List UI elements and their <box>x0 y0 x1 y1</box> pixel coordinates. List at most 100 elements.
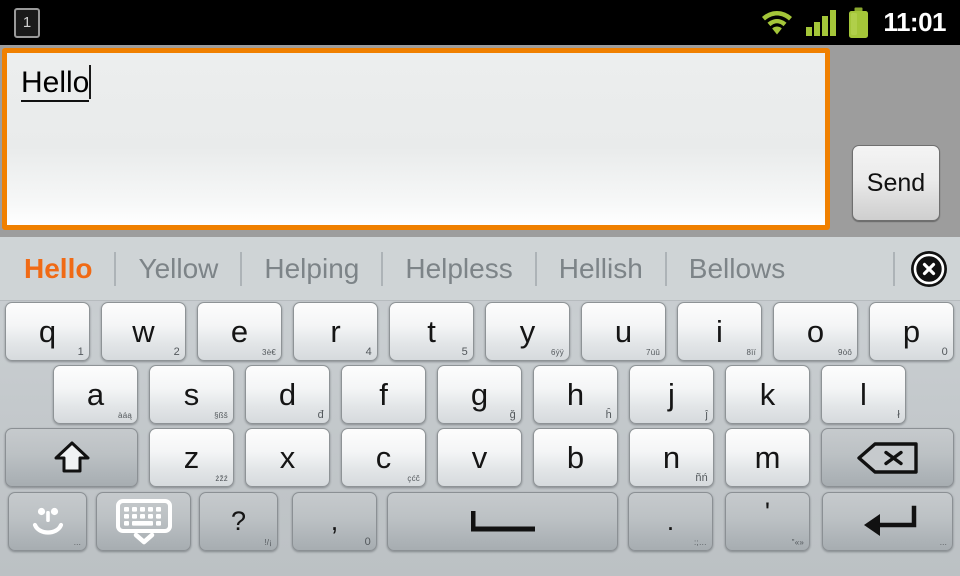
suggestion-item-3[interactable]: Helpless <box>383 253 534 285</box>
smiley-icon <box>9 493 86 550</box>
status-bar: 1 11:01 <box>0 0 960 45</box>
key-hint: ĥ <box>605 409 612 421</box>
key-hint: 0 <box>941 346 948 358</box>
key-i[interactable]: i 8ìï <box>677 302 762 361</box>
key-label: b <box>566 440 585 475</box>
key-e[interactable]: e 3è€ <box>197 302 282 361</box>
suggestion-item-2[interactable]: Helping <box>242 253 381 285</box>
key-.[interactable]: .:;… <box>628 492 713 551</box>
key-z[interactable]: z żžź <box>149 428 234 487</box>
soft-keyboard: Hello Yellow Helping Helpless Hellish Be… <box>0 237 960 576</box>
key-hint: ... <box>73 538 81 547</box>
key-label: ' <box>764 497 771 527</box>
key-label: a <box>86 377 105 412</box>
key-label: q <box>38 314 57 349</box>
key-label: v <box>471 440 488 475</box>
key-hide-keyboard[interactable] <box>96 492 191 551</box>
key-d[interactable]: dđ <box>245 365 330 424</box>
keyboard-row-1: q 1 w 2 e 3è€ r 4 t 5 y 6ýÿ u 7ùû i 8ìï o 9òô p 0 <box>0 301 960 365</box>
send-button-label: Send <box>866 168 926 197</box>
close-circle-icon[interactable] <box>909 249 949 289</box>
key-label: t <box>427 314 436 349</box>
key-?[interactable]: ? !/¡ <box>199 492 278 551</box>
keyboard-row-2: a àáą s §ßš d đ f g ğ h ĥ j ĵ k l ł <box>0 365 960 428</box>
key-n[interactable]: n ñń <box>629 428 714 487</box>
suggestion-item-0[interactable]: Hello <box>18 253 114 285</box>
key-label: s <box>183 377 200 412</box>
message-text-input[interactable]: Hello <box>2 48 830 230</box>
key-label: m <box>754 440 781 475</box>
key-p[interactable]: p0 <box>869 302 954 361</box>
key-o[interactable]: o 9òô <box>773 302 858 361</box>
key-v[interactable]: v <box>437 428 522 487</box>
key-f[interactable]: f <box>341 365 426 424</box>
notification-badge-icon[interactable]: 1 <box>14 7 40 38</box>
key-s[interactable]: s §ßš <box>149 365 234 424</box>
key-hint: 6ýÿ <box>550 348 564 357</box>
status-bar-icons: 11:01 <box>760 7 946 39</box>
key-enter[interactable]: ... <box>822 492 953 551</box>
key-b[interactable]: b <box>533 428 618 487</box>
key-hint: ğ <box>509 409 516 421</box>
composing-text: Hello <box>21 66 90 102</box>
notification-count: 1 <box>22 14 32 31</box>
keyboard-row-4: ... ? !/¡, 0 .:;… ' "«»... <box>0 491 960 557</box>
key-hint: 1 <box>77 346 84 358</box>
key-,[interactable]: ,0 <box>292 492 377 551</box>
key-q[interactable]: q1 <box>5 302 90 361</box>
shift-arrow-icon <box>6 429 137 486</box>
compose-area: Hello Send <box>0 45 960 237</box>
key-k[interactable]: k <box>725 365 810 424</box>
key-g[interactable]: gğ <box>437 365 522 424</box>
signal-icon <box>806 9 837 36</box>
suggestion-item-5[interactable]: Bellows <box>667 253 807 285</box>
key-hint: 0 <box>364 536 371 548</box>
key-hint: :;… <box>693 538 707 547</box>
key-hint: 5 <box>461 346 468 358</box>
key-label: r <box>330 314 341 349</box>
text-caret <box>89 65 92 99</box>
key-hint: 4 <box>365 346 372 358</box>
suggestion-divider <box>893 251 895 286</box>
send-button[interactable]: Send <box>852 145 940 221</box>
suggestion-item-4[interactable]: Hellish <box>537 253 665 285</box>
key-space[interactable] <box>387 492 618 551</box>
key-hint: "«» <box>791 538 804 547</box>
key-label: n <box>662 440 681 475</box>
key-h[interactable]: hĥ <box>533 365 618 424</box>
key-label: c <box>375 440 392 475</box>
key-t[interactable]: t5 <box>389 302 474 361</box>
phone-screen: 1 11:01 Hello Send Hello Yellow Helping … <box>0 0 960 576</box>
key-j[interactable]: jĵ <box>629 365 714 424</box>
key-w[interactable]: w2 <box>101 302 186 361</box>
key-label: k <box>759 377 776 412</box>
key-hint: ł <box>897 409 900 421</box>
key-label: i <box>716 314 723 349</box>
enter-icon <box>823 493 952 550</box>
key-'[interactable]: ' "«» <box>725 492 810 551</box>
key-hint: żžź <box>215 474 228 483</box>
key-emoji[interactable]: ... <box>8 492 87 551</box>
key-l[interactable]: lł <box>821 365 906 424</box>
key-hint: ... <box>939 538 947 547</box>
key-label: p <box>902 314 921 349</box>
key-label: ? <box>230 506 247 536</box>
key-shift[interactable] <box>5 428 138 487</box>
key-y[interactable]: y 6ýÿ <box>485 302 570 361</box>
key-a[interactable]: a àáą <box>53 365 138 424</box>
key-label: w <box>132 314 155 349</box>
key-backspace[interactable] <box>821 428 954 487</box>
key-hint: ĵ <box>705 409 708 421</box>
key-u[interactable]: u 7ùû <box>581 302 666 361</box>
keyboard-down-icon <box>97 493 190 550</box>
key-label: h <box>566 377 585 412</box>
key-hint: 7ùû <box>646 348 660 357</box>
suggestion-item-1[interactable]: Yellow <box>116 253 240 285</box>
key-label: y <box>519 314 536 349</box>
key-hint: 8ìï <box>746 348 756 357</box>
key-c[interactable]: c çćč <box>341 428 426 487</box>
key-r[interactable]: r4 <box>293 302 378 361</box>
key-label: e <box>230 314 249 349</box>
key-m[interactable]: m <box>725 428 810 487</box>
key-x[interactable]: x <box>245 428 330 487</box>
